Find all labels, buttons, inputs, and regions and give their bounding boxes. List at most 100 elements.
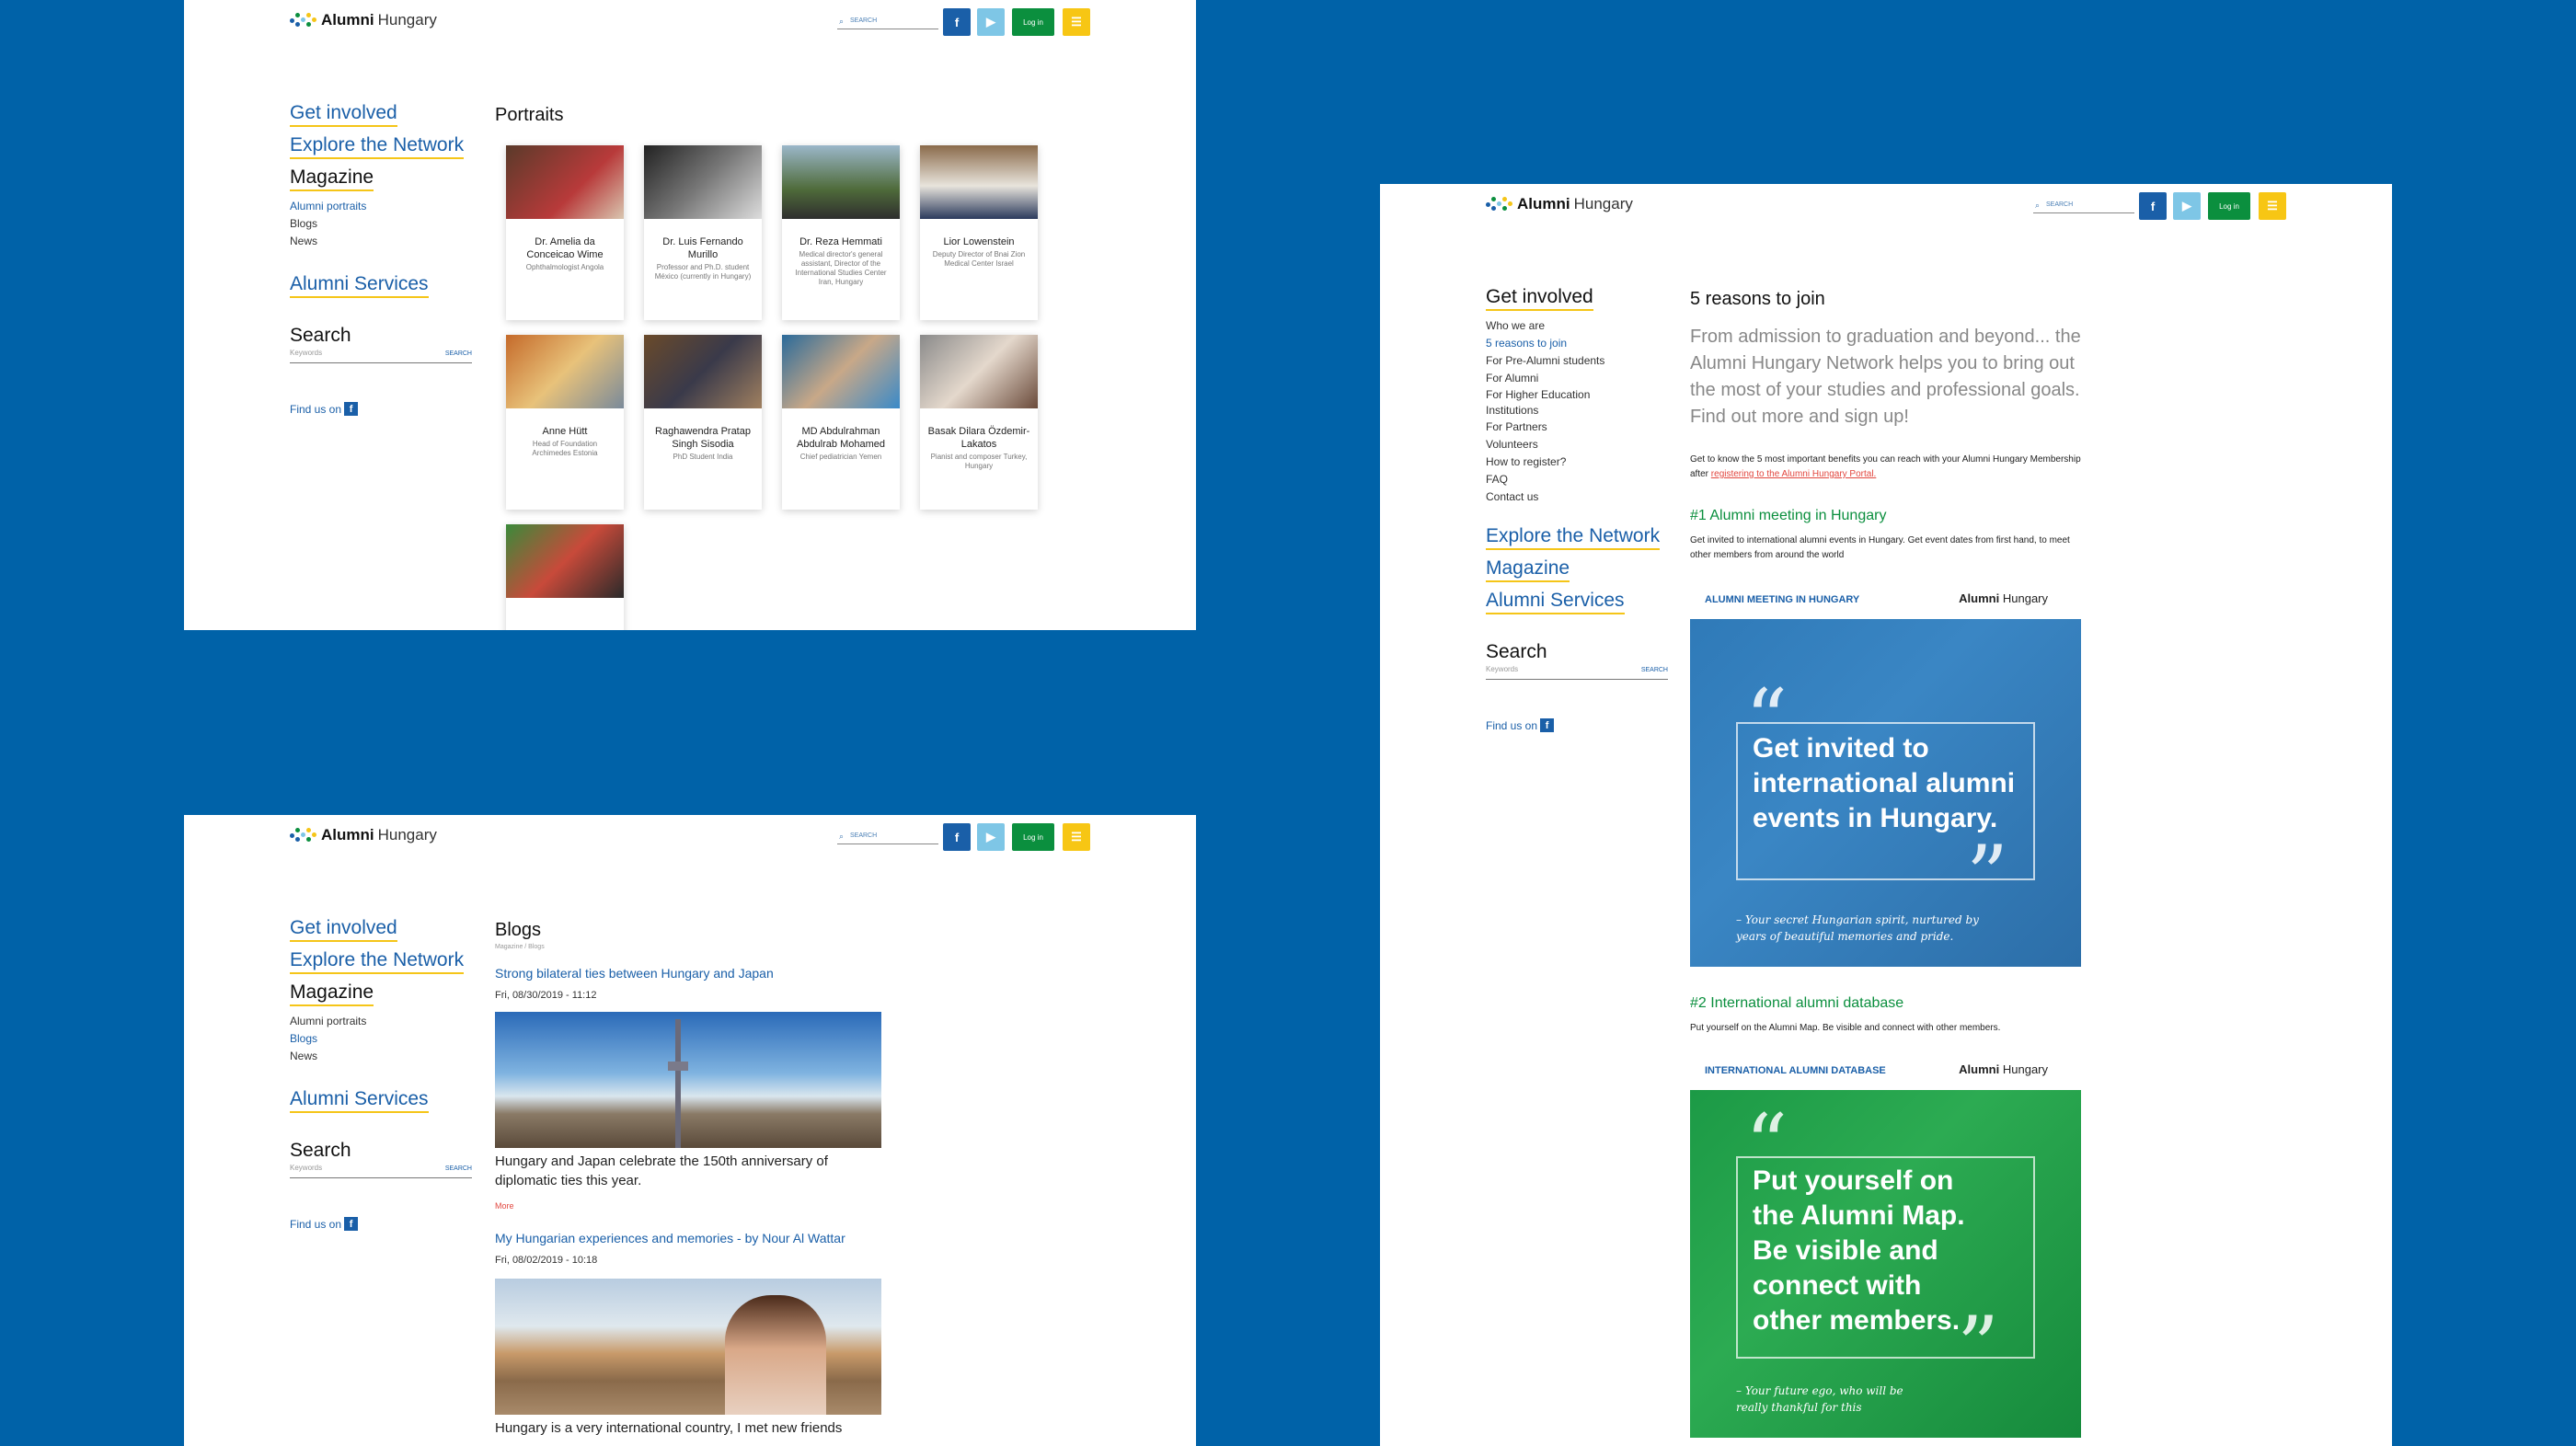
- header-search-input[interactable]: SEARCH: [2033, 199, 2134, 213]
- nav-get-involved[interactable]: Get involved: [290, 101, 397, 127]
- nav-alumni-services[interactable]: Alumni Services: [290, 1087, 429, 1113]
- banner-label: ALUMNI MEETING IN HUNGARY: [1705, 594, 1860, 605]
- brand-bold: Alumni: [321, 11, 374, 29]
- portrait-photo: [506, 145, 624, 219]
- portrait-card[interactable]: Lior Lowenstein Deputy Director of Bnai Z…: [920, 145, 1038, 320]
- portrait-desc: Chief pediatrician Yemen: [799, 453, 882, 461]
- portrait-card[interactable]: Basak Dilara Özdemir-Lakatos Pianist and …: [920, 335, 1038, 510]
- portrait-card[interactable]: Dr. Luis Fernando Murillo Professor and P…: [644, 145, 762, 320]
- login-button[interactable]: Log in: [1012, 823, 1054, 851]
- facebook-small-icon: f: [344, 1217, 359, 1231]
- sub-alumni-portraits[interactable]: Alumni portraits: [290, 198, 472, 215]
- blog-title-link[interactable]: My Hungarian experiences and memories - …: [495, 1231, 845, 1245]
- more-link[interactable]: More: [495, 1201, 514, 1211]
- nav-explore[interactable]: Explore the Network: [290, 133, 465, 159]
- portrait-card[interactable]: Dr. Amelia da Conceicao Wime Ophthalmolog…: [506, 145, 624, 320]
- portrait-name: Basak Dilara Özdemir-Lakatos: [927, 426, 1030, 450]
- breadcrumb: Magazine / Blogs: [495, 944, 545, 950]
- facebook-icon[interactable]: f: [2139, 192, 2167, 220]
- sidebar: Get involved Who we are 5 reasons to joi…: [1486, 285, 1668, 732]
- sub-higher-ed[interactable]: For Higher Education Institutions: [1486, 387, 1615, 419]
- sub-contact[interactable]: Contact us: [1486, 488, 1668, 506]
- blog-image[interactable]: [495, 1279, 881, 1415]
- portrait-name: Anne Hütt: [542, 426, 588, 437]
- sub-for-alumni[interactable]: For Alumni: [1486, 370, 1668, 387]
- keywords-input[interactable]: Keywords SEARCH: [290, 349, 472, 363]
- sub-pre-alumni[interactable]: For Pre-Alumni students: [1486, 352, 1668, 370]
- portraits-page: AlumniHungary SEARCH f ▶ Log in ☰ Get in…: [184, 0, 1196, 630]
- youtube-icon[interactable]: ▶: [977, 823, 1005, 851]
- sub-news[interactable]: News: [290, 233, 472, 250]
- site-logo[interactable]: Alumni Hungary: [290, 11, 437, 29]
- menu-icon[interactable]: ☰: [1063, 823, 1090, 851]
- site-logo[interactable]: Alumni Hungary: [290, 826, 437, 844]
- register-link[interactable]: registering to the Alumni Hungary Portal…: [1711, 469, 1877, 479]
- search-button[interactable]: SEARCH: [445, 350, 472, 357]
- portrait-card[interactable]: Raghawendra Pratap Singh Sisodia PhD Stud…: [644, 335, 762, 510]
- nav-get-involved[interactable]: Get involved: [290, 916, 397, 942]
- find-us-link[interactable]: Find us on f: [1486, 718, 1668, 732]
- portrait-desc: Medical director's general assistant, Di…: [795, 250, 887, 286]
- sub-partners[interactable]: For Partners: [1486, 419, 1668, 436]
- sub-who-we-are[interactable]: Who we are: [1486, 317, 1668, 335]
- menu-icon[interactable]: ☰: [2259, 192, 2286, 220]
- portrait-photo: [644, 145, 762, 219]
- nav-get-involved[interactable]: Get involved: [1486, 285, 1593, 311]
- sub-volunteers[interactable]: Volunteers: [1486, 436, 1668, 453]
- sub-5-reasons[interactable]: 5 reasons to join: [1486, 335, 1668, 352]
- portrait-card[interactable]: Anne Hütt Head of Foundation Archimedes E…: [506, 335, 624, 510]
- banner-logo: Alumni Hungary: [1959, 591, 2048, 605]
- nav-alumni-services[interactable]: Alumni Services: [1486, 589, 1625, 614]
- portrait-card[interactable]: [506, 524, 624, 630]
- banner-brand-bold: Alumni: [1959, 591, 2000, 605]
- reason-1-image: “ Get invited to international alumni ev…: [1690, 619, 2081, 967]
- header-search-input[interactable]: SEARCH: [837, 15, 938, 29]
- reason-1-headline: Get invited to international alumni even…: [1753, 733, 2016, 833]
- nav-explore[interactable]: Explore the Network: [1486, 524, 1661, 550]
- keywords-placeholder: Keywords: [290, 1164, 323, 1172]
- blog-title-link[interactable]: Strong bilateral ties between Hungary an…: [495, 966, 774, 981]
- search-button[interactable]: SEARCH: [1641, 667, 1668, 673]
- facebook-small-icon: f: [344, 402, 359, 416]
- facebook-icon[interactable]: f: [943, 823, 971, 851]
- brand-light: Hungary: [377, 826, 437, 844]
- nav-magazine[interactable]: Magazine: [1486, 557, 1570, 582]
- blogs-page: AlumniHungary SEARCH f ▶ Log in ☰ Get in…: [184, 815, 1196, 1446]
- nav-magazine[interactable]: Magazine: [290, 981, 374, 1006]
- youtube-icon[interactable]: ▶: [2173, 192, 2201, 220]
- page-title: Blogs: [495, 920, 542, 940]
- search-button[interactable]: SEARCH: [445, 1165, 472, 1172]
- portrait-desc: Head of Foundation Archimedes Estonia: [532, 440, 598, 457]
- login-button[interactable]: Log in: [1012, 8, 1054, 36]
- reason-2-banner: INTERNATIONAL ALUMNI DATABASE Alumni Hun…: [1690, 1050, 2081, 1089]
- keywords-input[interactable]: Keywords SEARCH: [1486, 665, 1668, 680]
- portrait-card[interactable]: MD Abdulrahman Abdulrab Mohamed Chief ped…: [782, 335, 900, 510]
- facebook-icon[interactable]: f: [943, 8, 971, 36]
- reason-1-title: #1 Alumni meeting in Hungary: [1690, 508, 1887, 523]
- find-us-link[interactable]: Find us on f: [290, 1217, 472, 1231]
- portrait-name: Raghawendra Pratap Singh Sisodia: [655, 426, 751, 450]
- portrait-photo: [506, 335, 624, 408]
- sub-faq[interactable]: FAQ: [1486, 471, 1668, 488]
- youtube-icon[interactable]: ▶: [977, 8, 1005, 36]
- nav-explore[interactable]: Explore the Network: [290, 948, 465, 974]
- reason-2-headline: Put yourself on the Alumni Map. Be visib…: [1753, 1165, 1965, 1336]
- menu-icon[interactable]: ☰: [1063, 8, 1090, 36]
- header-search-input[interactable]: SEARCH: [837, 830, 938, 844]
- close-quote-icon: ”: [1957, 1299, 2000, 1395]
- sub-blogs[interactable]: Blogs: [290, 215, 472, 233]
- login-button[interactable]: Log in: [2208, 192, 2250, 220]
- search-label: Search: [290, 1140, 351, 1161]
- sub-alumni-portraits[interactable]: Alumni portraits: [290, 1013, 472, 1030]
- site-logo[interactable]: Alumni Hungary: [1486, 195, 1633, 213]
- sub-how-to-register[interactable]: How to register?: [1486, 453, 1668, 471]
- keywords-input[interactable]: Keywords SEARCH: [290, 1164, 472, 1178]
- page-title: Portraits: [495, 105, 564, 125]
- nav-magazine[interactable]: Magazine: [290, 166, 374, 191]
- sub-blogs[interactable]: Blogs: [290, 1030, 472, 1048]
- nav-alumni-services[interactable]: Alumni Services: [290, 272, 429, 298]
- portrait-card[interactable]: Dr. Reza Hemmati Medical director's gener…: [782, 145, 900, 320]
- blog-image[interactable]: [495, 1012, 881, 1148]
- sub-news[interactable]: News: [290, 1048, 472, 1065]
- find-us-link[interactable]: Find us on f: [290, 402, 472, 416]
